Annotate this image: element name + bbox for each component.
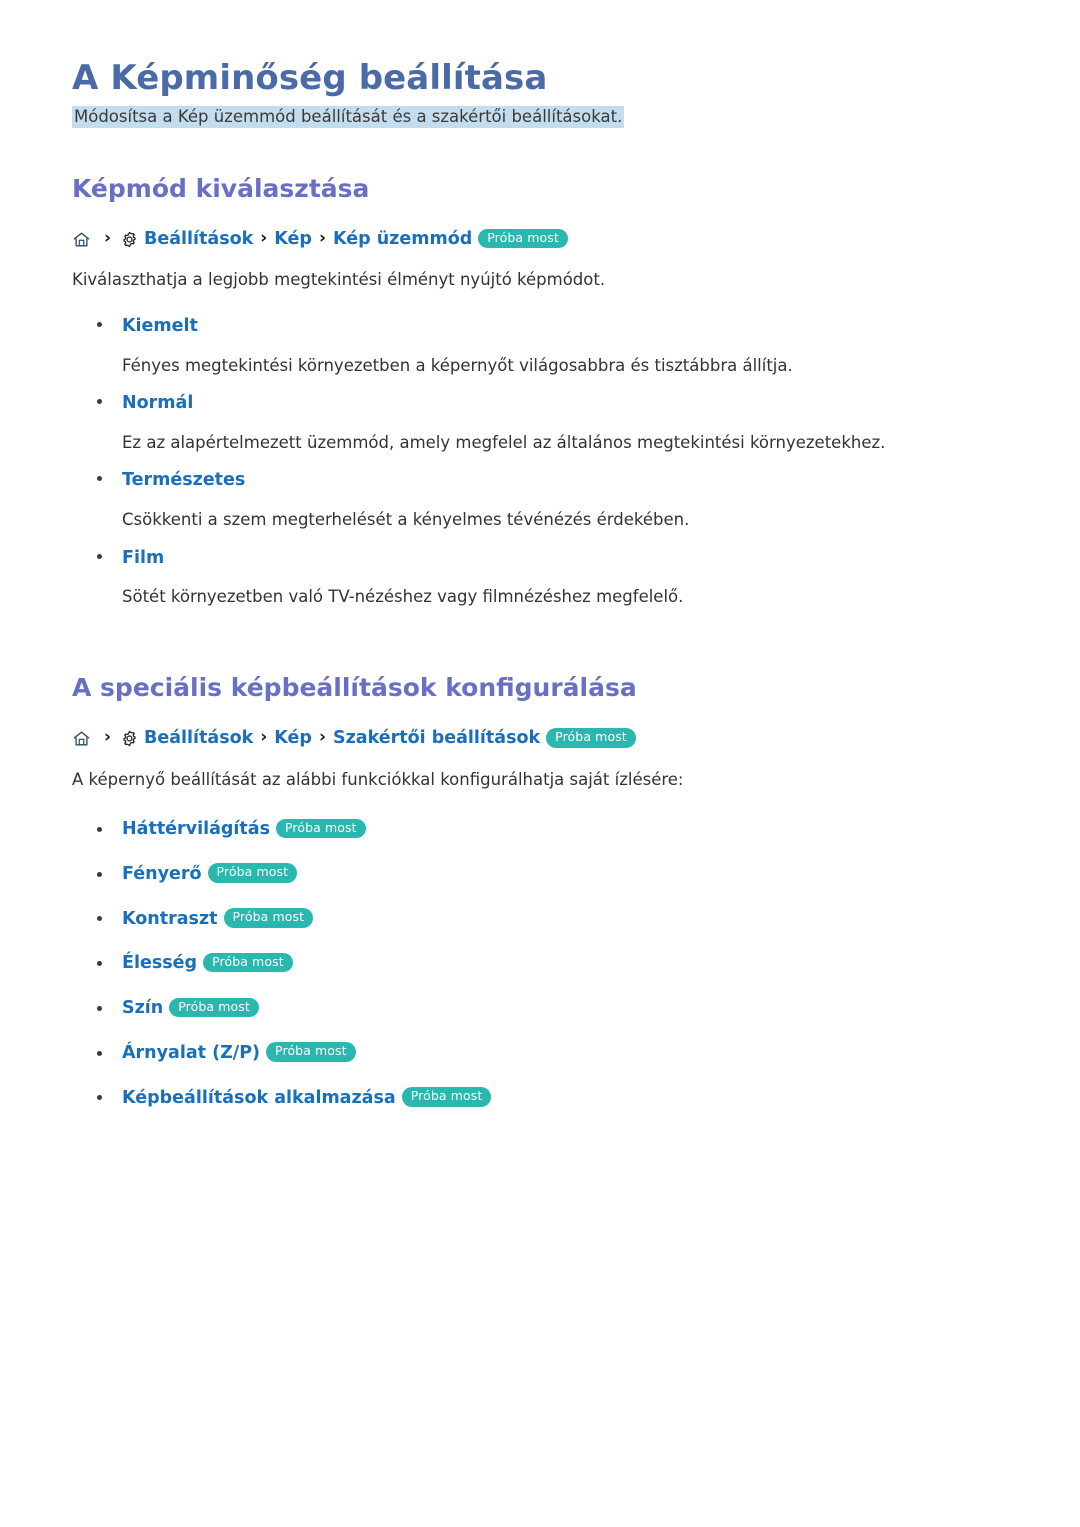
bullet-icon bbox=[97, 826, 102, 832]
section-heading-picture-mode: Képmód kiválasztása bbox=[72, 173, 370, 203]
mode-description: Ez az alapértelmezett üzemmód, amely meg… bbox=[122, 432, 886, 452]
gear-icon[interactable] bbox=[120, 230, 139, 249]
breadcrumb-separator: › bbox=[318, 228, 326, 249]
bullet-icon bbox=[97, 1050, 102, 1056]
feature-color[interactable]: Szín bbox=[122, 997, 163, 1020]
breadcrumb-item-picture-mode[interactable]: Kép üzemmód bbox=[333, 230, 472, 249]
list-item: Természetes Csökkenti a szem megterhelés… bbox=[72, 469, 1008, 532]
mode-name-dynamic[interactable]: Kiemelt bbox=[122, 315, 198, 339]
bullet-icon bbox=[97, 476, 102, 482]
try-now-badge[interactable]: Próba most bbox=[478, 228, 568, 249]
bullet-icon bbox=[97, 553, 102, 559]
mode-name-natural[interactable]: Természetes bbox=[122, 469, 245, 493]
breadcrumb-separator: › bbox=[260, 727, 268, 748]
feature-tint[interactable]: Árnyalat (Z/P) bbox=[122, 1042, 260, 1065]
bullet-icon bbox=[97, 961, 102, 967]
list-item: Árnyalat (Z/P) Próba most bbox=[72, 1042, 1008, 1065]
gear-icon[interactable] bbox=[120, 729, 139, 748]
home-icon[interactable] bbox=[72, 729, 91, 748]
list-item: Fényerő Próba most bbox=[72, 863, 1008, 886]
feature-apply-picture-settings[interactable]: Képbeállítások alkalmazása bbox=[122, 1087, 396, 1110]
document-page: A Képminőség beállítása Módosítsa a Kép … bbox=[0, 0, 1080, 1109]
feature-brightness[interactable]: Fényerő bbox=[122, 863, 202, 886]
breadcrumb-item-picture[interactable]: Kép bbox=[274, 730, 312, 748]
breadcrumb-expert-settings: › Beállítások › Kép › Szakértői beállítá… bbox=[72, 727, 1008, 749]
try-now-badge[interactable]: Próba most bbox=[207, 863, 298, 883]
mode-row: Normál bbox=[72, 392, 1008, 416]
list-item: Film Sötét környezetben való TV-nézéshez… bbox=[72, 547, 1008, 610]
page-title: A Képminőség beállítása bbox=[72, 58, 548, 98]
expert-settings-feature-list: Háttérvilágítás Próba most Fényerő Próba… bbox=[72, 818, 1008, 1109]
try-now-badge[interactable]: Próba most bbox=[546, 728, 636, 748]
try-now-badge[interactable]: Próba most bbox=[169, 997, 259, 1018]
breadcrumb-item-picture[interactable]: Kép bbox=[274, 230, 312, 249]
mode-description: Fényes megtekintési környezetben a képer… bbox=[122, 355, 793, 375]
feature-contrast[interactable]: Kontraszt bbox=[122, 908, 218, 931]
feature-sharpness[interactable]: Élesség bbox=[122, 952, 197, 975]
breadcrumb-item-settings[interactable]: Beállítások bbox=[144, 730, 253, 748]
bullet-icon bbox=[97, 1095, 102, 1101]
mode-description: Csökkenti a szem megterhelését a kényelm… bbox=[122, 510, 690, 530]
page-subtitle: Módosítsa a Kép üzemmód beállítását és a… bbox=[72, 105, 625, 128]
page-subtitle-wrap: Módosítsa a Kép üzemmód beállítását és a… bbox=[72, 105, 1008, 129]
section-intro-picture-mode: Kiválaszthatja a legjobb megtekintési él… bbox=[72, 270, 606, 290]
home-icon[interactable] bbox=[72, 230, 91, 249]
section-intro-expert-settings: A képernyő beállítását az alábbi funkció… bbox=[72, 769, 684, 789]
list-item: Szín Próba most bbox=[72, 997, 1008, 1020]
picture-mode-list: Kiemelt Fényes megtekintési környezetben… bbox=[72, 315, 1008, 610]
mode-row: Film bbox=[72, 547, 1008, 571]
breadcrumb-separator: › bbox=[318, 727, 326, 748]
list-item: Képbeállítások alkalmazása Próba most bbox=[72, 1087, 1008, 1110]
bullet-icon bbox=[97, 1005, 102, 1011]
try-now-badge[interactable]: Próba most bbox=[203, 952, 293, 973]
mode-row: Kiemelt bbox=[72, 315, 1008, 339]
list-item: Kontraszt Próba most bbox=[72, 908, 1008, 931]
mode-description: Sötét környezetben való TV-nézéshez vagy… bbox=[122, 587, 684, 607]
bullet-icon bbox=[97, 399, 102, 405]
try-now-badge[interactable]: Próba most bbox=[266, 1042, 356, 1062]
try-now-badge[interactable]: Próba most bbox=[223, 908, 314, 928]
breadcrumb-picture-mode: › Beállítások › Kép › Kép üzemmód Próba … bbox=[72, 228, 1008, 250]
breadcrumb-item-expert-settings[interactable]: Szakértői beállítások bbox=[333, 730, 540, 748]
feature-backlight[interactable]: Háttérvilágítás bbox=[122, 818, 270, 841]
mode-name-movie[interactable]: Film bbox=[122, 547, 164, 571]
section-heading-expert-settings: A speciális képbeállítások konfigurálása bbox=[72, 672, 637, 702]
breadcrumb-separator: › bbox=[104, 727, 112, 748]
breadcrumb-separator: › bbox=[260, 228, 268, 249]
bullet-icon bbox=[97, 916, 102, 922]
list-item: Normál Ez az alapértelmezett üzemmód, am… bbox=[72, 392, 1008, 455]
mode-row: Természetes bbox=[72, 469, 1008, 493]
mode-name-standard[interactable]: Normál bbox=[122, 392, 193, 416]
list-item: Kiemelt Fényes megtekintési környezetben… bbox=[72, 315, 1008, 378]
bullet-icon bbox=[97, 322, 102, 328]
breadcrumb-separator: › bbox=[104, 228, 112, 249]
breadcrumb-item-settings[interactable]: Beállítások bbox=[144, 230, 253, 249]
try-now-badge[interactable]: Próba most bbox=[401, 1087, 492, 1107]
list-item: Élesség Próba most bbox=[72, 952, 1008, 975]
list-item: Háttérvilágítás Próba most bbox=[72, 818, 1008, 841]
try-now-badge[interactable]: Próba most bbox=[276, 818, 366, 839]
bullet-icon bbox=[97, 871, 102, 877]
